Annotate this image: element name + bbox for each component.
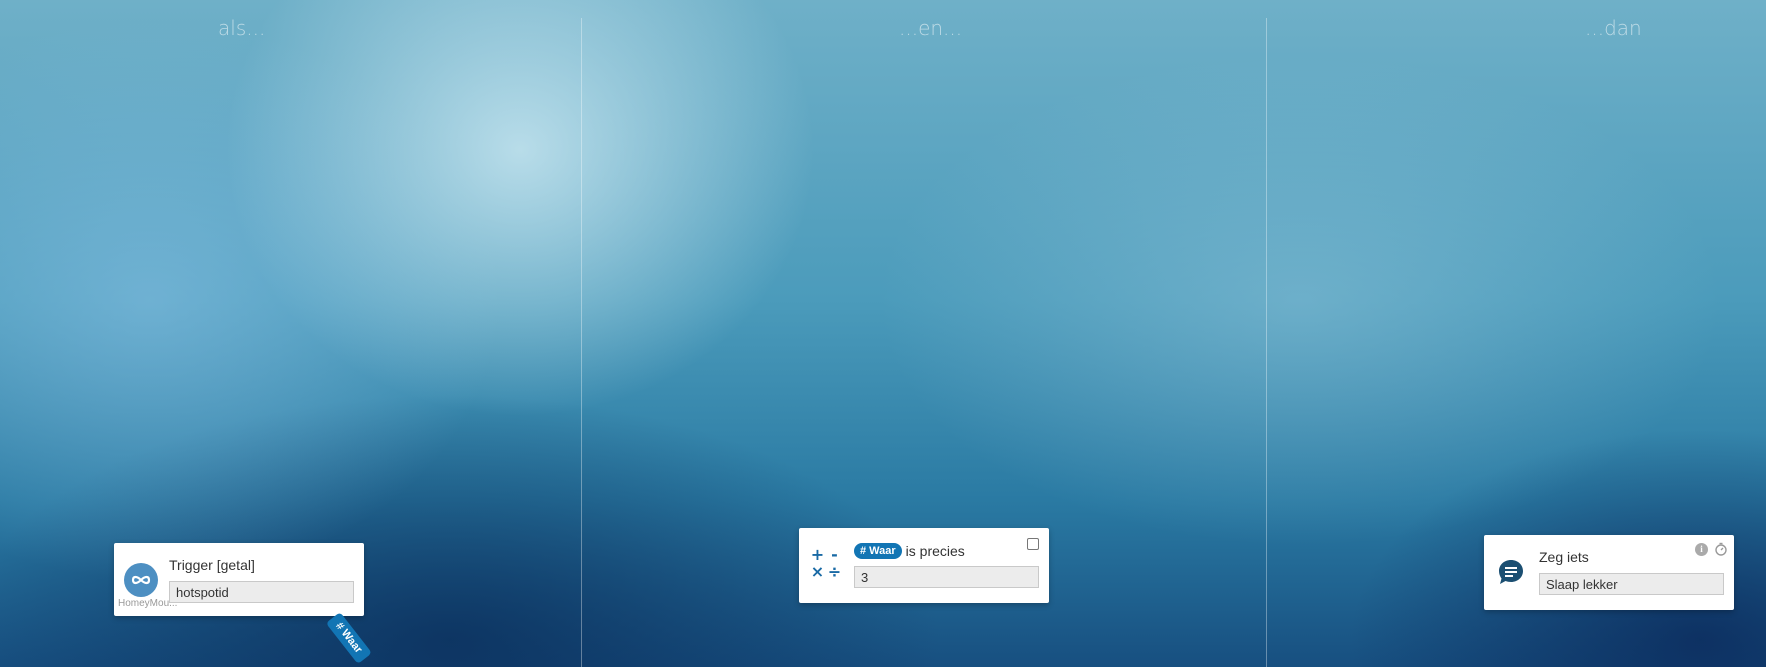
condition-value-field[interactable]: 3	[854, 566, 1039, 588]
column-divider	[581, 18, 582, 667]
column-title-when: als...	[218, 16, 266, 40]
card-title: Trigger [getal]	[169, 557, 255, 573]
condition-card[interactable]: + - × ÷ # Waar is precies 3	[799, 528, 1049, 603]
trigger-card[interactable]: HomeyMou... Trigger [getal] hotspotid	[114, 543, 364, 616]
timer-icon[interactable]	[1714, 542, 1728, 556]
info-icon[interactable]: i	[1695, 543, 1708, 556]
condition-label: is precies	[905, 543, 965, 559]
condition-title: # Waar is precies	[854, 543, 965, 559]
column-divider	[1266, 18, 1267, 667]
column-title-and: ...en...	[899, 16, 963, 40]
column-title-then: ...dan	[1585, 16, 1642, 40]
token-tag[interactable]: # Waar	[325, 612, 372, 664]
invert-checkbox[interactable]	[1027, 538, 1039, 550]
math-operators-icon: + - × ÷	[810, 545, 842, 581]
token-tag[interactable]: # Waar	[854, 543, 902, 559]
action-card[interactable]: i Zeg iets Slaap lekker	[1484, 535, 1734, 610]
action-value-field[interactable]: Slaap lekker	[1539, 573, 1724, 595]
trigger-value-field[interactable]: hotspotid	[169, 581, 354, 603]
infinity-icon	[124, 563, 158, 597]
speech-bubble-icon	[1499, 560, 1523, 584]
card-title: Zeg iets	[1539, 549, 1589, 565]
